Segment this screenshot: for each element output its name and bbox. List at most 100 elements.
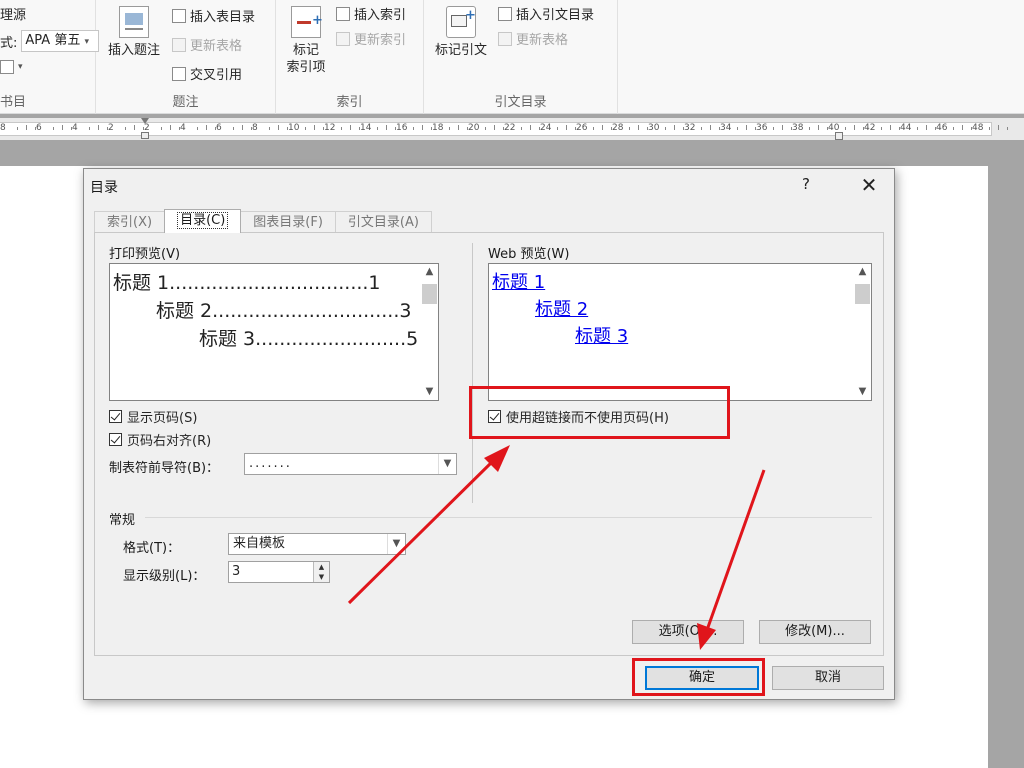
web-preview-link-3[interactable]: 标题 3 — [575, 322, 628, 348]
ruler-tick — [26, 125, 27, 130]
options-button[interactable]: 选项(O)... — [632, 620, 744, 644]
right-align-checkbox[interactable]: 页码右对齐(R) — [109, 430, 211, 449]
toa-group-label: 引文目录 — [494, 95, 547, 110]
ruler-tick — [62, 125, 63, 130]
scroll-down-icon[interactable]: ▼ — [421, 384, 438, 400]
style-selector[interactable]: 式: APA 第五 ▾ — [0, 30, 100, 52]
ruler-tick — [962, 125, 963, 130]
ruler-label: 32 — [684, 123, 696, 133]
dialog-tabs: 索引(X) 目录(C) 图表目录(F) 引文目录(A) — [94, 209, 432, 233]
ruler-tick — [953, 127, 954, 130]
ruler-label: 30 — [648, 123, 660, 133]
scroll-down-icon[interactable]: ▼ — [854, 384, 871, 400]
ruler-tick — [350, 125, 351, 130]
web-preview-box[interactable]: 标题 1 标题 2 标题 3 ▲ ▼ — [488, 263, 872, 401]
tab-table-of-figures[interactable]: 图表目录(F) — [240, 211, 336, 233]
general-divider — [145, 517, 872, 518]
ruler-tick — [701, 127, 702, 130]
cross-reference-icon — [172, 66, 186, 81]
cancel-button[interactable]: 取消 — [772, 666, 884, 690]
modify-button[interactable]: 修改(M)... — [759, 620, 871, 644]
checkbox-checked-icon — [109, 433, 122, 446]
insert-toa-icon — [498, 6, 512, 21]
tab-index[interactable]: 索引(X) — [94, 211, 166, 233]
style-dropdown[interactable]: APA 第五 ▾ — [21, 30, 100, 52]
bibliography-button[interactable]: ▾ — [0, 60, 23, 74]
web-preview-label: Web 预览(W) — [488, 247, 570, 262]
insert-caption-button[interactable]: 插入题注 — [102, 6, 166, 59]
update-table-icon — [172, 37, 186, 52]
insert-table-of-figures-button[interactable]: 插入表目录 — [172, 6, 255, 25]
use-hyperlinks-checkbox[interactable]: 使用超链接而不使用页码(H) — [488, 407, 669, 426]
spin-down-icon[interactable]: ▼ — [313, 572, 329, 582]
ruler-tick — [494, 125, 495, 130]
web-preview-scrollbar[interactable]: ▲ ▼ — [854, 264, 871, 400]
ruler-tick — [530, 125, 531, 130]
tab-leader-select[interactable]: ....... ▼ — [244, 453, 457, 475]
ok-button[interactable]: 确定 — [645, 666, 759, 690]
ruler-label: 12 — [324, 123, 336, 133]
mark-entry-icon: + — [291, 6, 323, 38]
print-preview-line-3: 标题 3.........................5 — [199, 328, 419, 350]
levels-spinner[interactable]: 3 ▲ ▼ — [228, 561, 330, 583]
levels-label: 显示级别(L)： — [123, 569, 206, 584]
ruler-label: 4 — [180, 123, 186, 133]
ruler-tick — [449, 127, 450, 130]
scroll-thumb[interactable] — [855, 284, 870, 304]
ribbon: 理源 式: APA 第五 ▾ ▾ 书目 插入题注 插入表目录 更新表格 交叉引用… — [0, 0, 1024, 114]
mark-citation-button[interactable]: + 标记引文 — [428, 6, 494, 59]
bibliography-group: 理源 式: APA 第五 ▾ ▾ 书目 — [0, 0, 100, 114]
mark-citation-icon: + — [446, 6, 476, 38]
ruler-label: 4 — [72, 123, 78, 133]
ruler-label: 20 — [468, 123, 480, 133]
formats-select[interactable]: 来自模板 ▼ — [228, 533, 406, 555]
toc-tab-panel: 打印预览(V) 标题 1............................… — [94, 232, 884, 656]
manage-sources-button[interactable]: 理源 — [0, 4, 26, 23]
tab-toc[interactable]: 目录(C) — [164, 209, 242, 233]
ruler-tick — [746, 125, 747, 130]
ruler-label: 10 — [288, 123, 300, 133]
ruler-tick — [422, 125, 423, 130]
ruler-label: 38 — [792, 123, 804, 133]
print-preview-box[interactable]: 标题 1.................................1 标… — [109, 263, 439, 401]
ruler-label: 40 — [828, 123, 840, 133]
close-icon[interactable]: ✕ — [854, 171, 884, 199]
scroll-up-icon[interactable]: ▲ — [854, 264, 871, 280]
scroll-thumb[interactable] — [422, 284, 437, 304]
update-toa-button[interactable]: 更新表格 — [498, 29, 568, 48]
checkbox-checked-icon — [488, 410, 501, 423]
ruler-tick — [629, 127, 630, 130]
ruler-tick — [269, 127, 270, 130]
insert-caption-label: 插入题注 — [107, 43, 160, 58]
ruler-label: 22 — [504, 123, 516, 133]
scroll-up-icon[interactable]: ▲ — [421, 264, 438, 280]
update-index-button[interactable]: 更新索引 — [336, 29, 406, 48]
ruler-tick — [53, 127, 54, 130]
ruler-tick — [854, 125, 855, 130]
insert-toa-button[interactable]: 插入引文目录 — [498, 4, 594, 23]
bibliography-group-label: 书目 — [0, 95, 27, 110]
print-preview-scrollbar[interactable]: ▲ ▼ — [421, 264, 438, 400]
spin-up-icon[interactable]: ▲ — [313, 562, 329, 572]
cross-reference-button[interactable]: 交叉引用 — [172, 64, 242, 83]
ruler-tick — [926, 125, 927, 130]
web-preview-link-1[interactable]: 标题 1 — [492, 268, 545, 294]
ruler-label: 8 — [0, 123, 6, 133]
ruler-tick — [989, 127, 990, 130]
web-preview-link-2[interactable]: 标题 2 — [535, 295, 588, 321]
ruler-tick — [638, 125, 639, 130]
ruler-label: 2 — [144, 123, 150, 133]
mark-citation-label: 标记引文 — [434, 43, 487, 58]
ruler-label: 26 — [576, 123, 588, 133]
tab-table-of-authorities[interactable]: 引文目录(A) — [334, 211, 432, 233]
ruler-tick — [125, 127, 126, 130]
mark-entry-button[interactable]: + 标记 索引项 — [278, 6, 334, 76]
ruler-label: 46 — [936, 123, 948, 133]
insert-index-button[interactable]: 插入索引 — [336, 4, 406, 23]
update-table-button[interactable]: 更新表格 — [172, 35, 242, 54]
help-button[interactable]: ? — [802, 175, 810, 193]
show-page-numbers-checkbox[interactable]: 显示页码(S) — [109, 407, 197, 426]
ruler-label: 42 — [864, 123, 876, 133]
ruler-tick — [161, 127, 162, 130]
ruler-tick — [206, 125, 207, 130]
